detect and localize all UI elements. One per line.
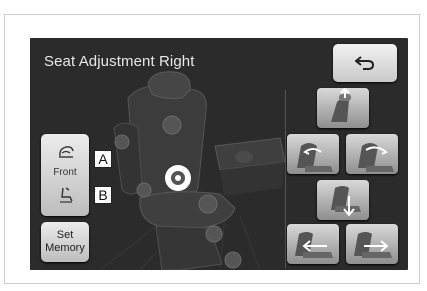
seat-adjustment-screen: Seat Adjustment Right Front A B Set Memo…	[30, 38, 408, 270]
back-button[interactable]	[333, 44, 397, 82]
screen-title: Seat Adjustment Right	[44, 53, 195, 70]
callout-b: B	[94, 186, 112, 204]
seat-massage-icon	[59, 146, 74, 158]
seatback-forward-button[interactable]	[287, 134, 339, 174]
seatback-recline-forward-icon	[297, 143, 333, 172]
front-seat-button[interactable]: Front	[41, 134, 89, 216]
set-memory-line2: Memory	[45, 242, 85, 254]
seat-slide-forward-icon	[295, 232, 333, 258]
front-label: Front	[53, 167, 77, 178]
seatback-recline-back-icon	[358, 143, 394, 172]
set-memory-line1: Set	[56, 229, 74, 241]
seat-lift-down-icon	[331, 186, 361, 217]
seat-lift-button[interactable]	[317, 180, 369, 220]
panel-divider	[285, 90, 286, 268]
seat-slide-forward-button[interactable]	[287, 224, 339, 264]
seatback-back-button[interactable]	[346, 134, 398, 174]
headrest-up-button[interactable]	[317, 88, 369, 128]
callout-a: A	[94, 150, 112, 168]
set-memory-button[interactable]: Set Memory	[41, 222, 89, 262]
headrest-up-icon	[331, 88, 351, 122]
seat-slide-back-button[interactable]	[346, 224, 398, 264]
seat-position-icon	[60, 187, 73, 203]
return-arrow-icon	[355, 56, 375, 70]
seat-slide-back-icon	[354, 232, 392, 258]
